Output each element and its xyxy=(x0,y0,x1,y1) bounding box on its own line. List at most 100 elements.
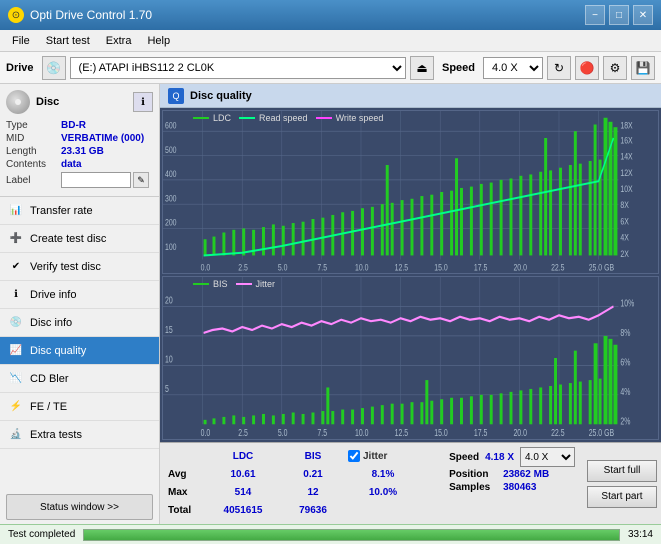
nav-cd-bler[interactable]: 📉 CD Bler xyxy=(0,365,159,393)
jitter-avg-value: 8.1% xyxy=(348,469,418,480)
drive-label: Drive xyxy=(6,62,34,74)
sidebar: Disc ℹ Type BD-R MID VERBATIMe (000) Len… xyxy=(0,84,160,524)
svg-text:0.0: 0.0 xyxy=(201,262,211,272)
svg-text:22.5: 22.5 xyxy=(551,427,565,439)
stats-header-row: LDC BIS Jitter xyxy=(168,447,433,465)
nav-disc-quality[interactable]: 📈 Disc quality xyxy=(0,337,159,365)
eject-button[interactable]: ⏏ xyxy=(410,56,434,80)
nav-drive-info[interactable]: ℹ Drive info xyxy=(0,281,159,309)
bis-col-header: BIS xyxy=(278,451,348,462)
svg-text:400: 400 xyxy=(165,169,177,179)
refresh-button[interactable]: ↻ xyxy=(547,56,571,80)
svg-text:2X: 2X xyxy=(620,249,629,259)
svg-text:12.5: 12.5 xyxy=(395,427,409,439)
svg-text:17.5: 17.5 xyxy=(474,262,488,272)
drive-info-icon: ℹ xyxy=(8,287,24,303)
disc-contents-row: Contents data xyxy=(6,159,153,170)
svg-text:2.5: 2.5 xyxy=(238,427,248,439)
jitter-legend: Jitter xyxy=(236,279,276,289)
window-controls: − □ ✕ xyxy=(585,5,653,25)
drive-select[interactable]: (E:) ATAPI iHBS112 2 CL0K xyxy=(70,57,406,79)
svg-text:20.0: 20.0 xyxy=(513,262,527,272)
svg-text:10X: 10X xyxy=(620,184,633,194)
avg-label: Avg xyxy=(168,469,208,480)
samples-label: Samples xyxy=(449,482,497,493)
svg-text:5.0: 5.0 xyxy=(278,427,288,439)
disc-info-btn[interactable]: ℹ xyxy=(133,92,153,112)
bottom-chart: BIS Jitter xyxy=(162,276,659,440)
jitter-check-section: Jitter xyxy=(348,450,428,462)
disc-mid-row: MID VERBATIMe (000) xyxy=(6,133,153,144)
disc-icon xyxy=(6,90,30,114)
nav-verify-test[interactable]: ✔ Verify test disc xyxy=(0,253,159,281)
content-area: Q Disc quality LDC Read speed xyxy=(160,84,661,524)
save-button[interactable]: 💾 xyxy=(631,56,655,80)
svg-text:7.5: 7.5 xyxy=(317,427,327,439)
speed-select-stats[interactable]: 4.0 X xyxy=(520,447,575,467)
position-label: Position xyxy=(449,469,497,480)
mid-label: MID xyxy=(6,133,61,144)
speed-info: Speed 4.18 X 4.0 X Position 23862 MB Sam… xyxy=(441,443,583,524)
svg-text:14X: 14X xyxy=(620,152,633,162)
write-speed-label: Write speed xyxy=(336,113,384,123)
svg-text:10: 10 xyxy=(165,353,173,365)
svg-text:20.0: 20.0 xyxy=(513,427,527,439)
disc-quality-icon: 📈 xyxy=(8,343,24,359)
ldc-total-value: 4051615 xyxy=(208,505,278,516)
svg-text:100: 100 xyxy=(165,242,177,252)
menu-help[interactable]: Help xyxy=(139,33,178,49)
action-buttons: Start full Start part xyxy=(583,443,661,524)
status-text: Test completed xyxy=(8,529,75,540)
minimize-button[interactable]: − xyxy=(585,5,605,25)
close-button[interactable]: ✕ xyxy=(633,5,653,25)
read-speed-label: Read speed xyxy=(259,113,308,123)
speed-row: Speed 4.18 X 4.0 X xyxy=(449,447,575,467)
ldc-col-header: LDC xyxy=(208,451,278,462)
title-bar: ⊙ Opti Drive Control 1.70 − □ ✕ xyxy=(0,0,661,30)
speed-current-val: 4.18 X xyxy=(485,452,514,463)
status-window-button[interactable]: Status window >> xyxy=(6,494,153,520)
status-bar: Test completed 33:14 xyxy=(0,524,661,544)
start-full-button[interactable]: Start full xyxy=(587,460,657,482)
svg-text:2.5: 2.5 xyxy=(238,262,248,272)
status-time: 33:14 xyxy=(628,529,653,540)
svg-text:8%: 8% xyxy=(620,327,630,339)
speed-select-drive[interactable]: 4.0 X xyxy=(483,57,543,79)
jitter-checkbox[interactable] xyxy=(348,450,360,462)
maximize-button[interactable]: □ xyxy=(609,5,629,25)
nav-fe-te[interactable]: ⚡ FE / TE xyxy=(0,393,159,421)
start-part-button[interactable]: Start part xyxy=(587,486,657,508)
settings-button[interactable]: ⚙ xyxy=(603,56,627,80)
svg-text:16X: 16X xyxy=(620,135,633,145)
disc-type-row: Type BD-R xyxy=(6,120,153,131)
contents-value: data xyxy=(61,159,82,170)
bis-legend-label: BIS xyxy=(213,279,228,289)
bis-max-value: 12 xyxy=(278,487,348,498)
stats-table: LDC BIS Jitter Avg 10.61 0.21 8.1% Max xyxy=(160,443,441,524)
transfer-icon: 📊 xyxy=(8,203,24,219)
disc-section-title: Disc xyxy=(36,96,59,108)
drive-icon-btn[interactable]: 💿 xyxy=(42,56,66,80)
drive-toolbar: Drive 💿 (E:) ATAPI iHBS112 2 CL0K ⏏ Spee… xyxy=(0,52,661,84)
progress-fill xyxy=(84,530,619,540)
svg-text:200: 200 xyxy=(165,218,177,228)
disc-info-icon: 💿 xyxy=(8,315,24,331)
nav-extra-tests[interactable]: 🔬 Extra tests xyxy=(0,421,159,449)
svg-text:5.0: 5.0 xyxy=(278,262,288,272)
extra-icon: 🔬 xyxy=(8,427,24,443)
create-icon: ➕ xyxy=(8,231,24,247)
nav-create-test[interactable]: ➕ Create test disc xyxy=(0,225,159,253)
label-edit-btn[interactable]: ✎ xyxy=(133,172,149,188)
nav-disc-info[interactable]: 💿 Disc info xyxy=(0,309,159,337)
contents-label: Contents xyxy=(6,159,61,170)
menu-start-test[interactable]: Start test xyxy=(38,33,98,49)
svg-text:8X: 8X xyxy=(620,200,629,210)
label-input[interactable] xyxy=(61,172,131,188)
burn-button[interactable]: 🔴 xyxy=(575,56,599,80)
menu-extra[interactable]: Extra xyxy=(98,33,140,49)
chart-title: Disc quality xyxy=(190,90,252,102)
nav-transfer-rate[interactable]: 📊 Transfer rate xyxy=(0,197,159,225)
menu-file[interactable]: File xyxy=(4,33,38,49)
disc-header: Disc ℹ xyxy=(6,90,153,114)
progress-bar xyxy=(83,529,620,541)
